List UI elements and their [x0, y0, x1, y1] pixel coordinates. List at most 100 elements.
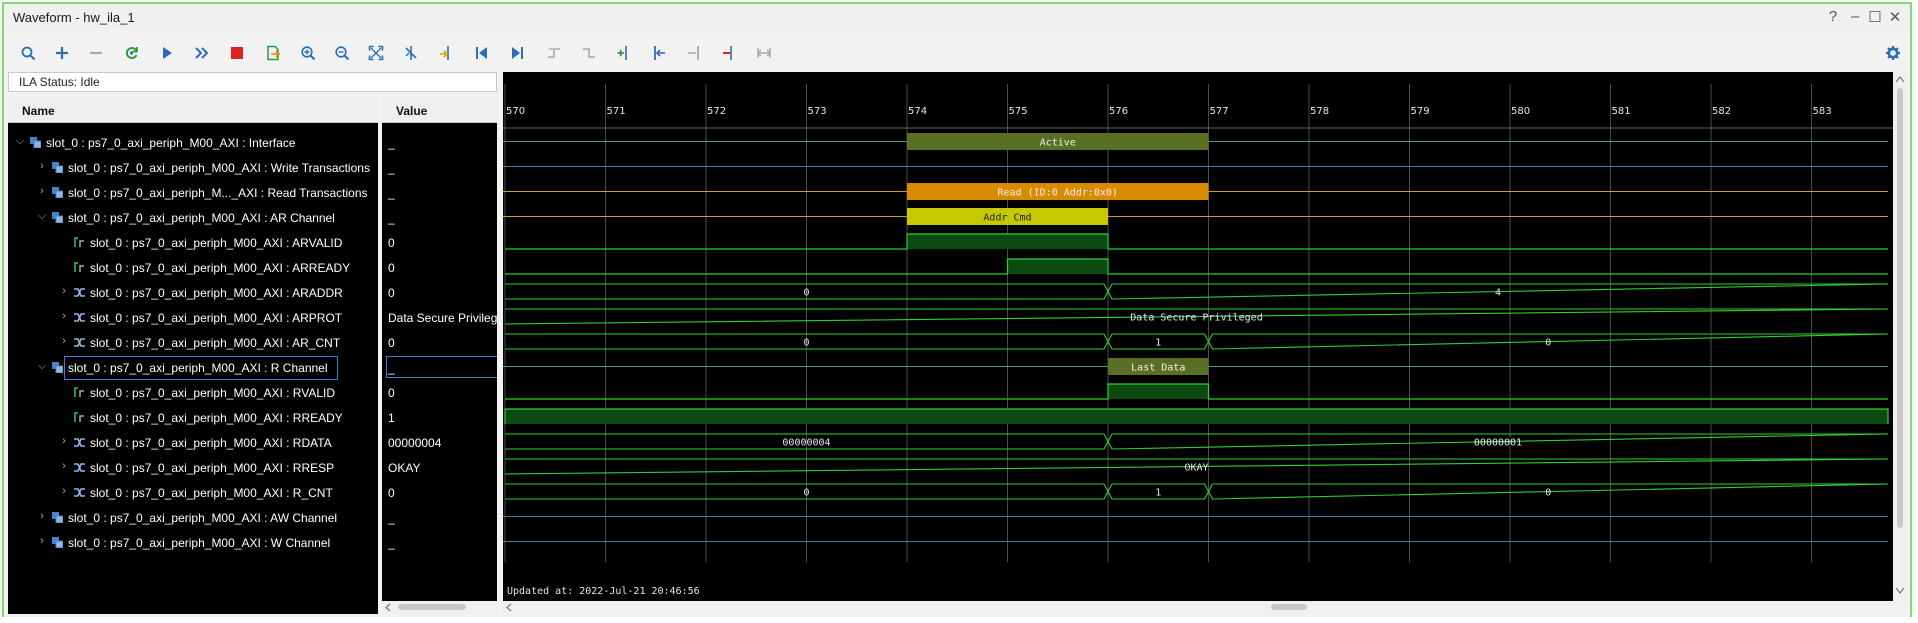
remove-button[interactable] [85, 42, 107, 64]
plus-icon [56, 47, 68, 59]
run-trigger-button[interactable] [156, 42, 178, 64]
zoom-search-button[interactable] [17, 42, 39, 64]
bus-value-label: OKAY [1184, 463, 1208, 474]
chevron-right-icon[interactable]: › [58, 310, 70, 322]
chevron-right-icon[interactable]: › [36, 535, 48, 547]
interface-icon [52, 512, 63, 523]
chevron-right-icon[interactable]: › [58, 485, 70, 497]
zoom-in-button[interactable] [297, 42, 319, 64]
next-marker-button[interactable] [683, 42, 705, 64]
signal-value-text: 0 [388, 236, 395, 250]
signal-value-text: _ [388, 536, 395, 550]
time-tick-label: 581 [1612, 106, 1631, 117]
signal-row[interactable]: slot_0 : ps7_0_axi_periph_M00_AXI : ARRE… [8, 255, 378, 280]
bus-value-label: 0 [1545, 488, 1551, 499]
refresh-button[interactable] [121, 42, 143, 64]
floating-ruler-button[interactable] [753, 42, 775, 64]
bus-value-label: 0 [803, 338, 809, 349]
signal-value-text: _ [388, 161, 395, 175]
cursor-off-icon [405, 46, 417, 60]
zoom-out-button[interactable] [331, 42, 353, 64]
cursor-off-button[interactable] [400, 42, 422, 64]
chevron-down-icon[interactable]: ⌵ [36, 360, 48, 373]
waveform-horizontal-scrollbar[interactable] [503, 601, 1893, 614]
export-icon [267, 45, 281, 61]
name-panel: Name ⌵ slot_0 : ps7_0_axi_periph_M00_AXI … [8, 96, 378, 614]
close-icon[interactable]: ✕ [1886, 8, 1904, 26]
signal-name: slot_0 : ps7_0_axi_periph_M00_AXI : ARVA… [90, 236, 343, 250]
waveform-vertical-scrollbar[interactable] [1893, 72, 1907, 601]
gear-icon [1886, 46, 1900, 60]
waveform-panel[interactable]: 570 571 572 573 574 575 576 577 578 579 580 581 582 5… [503, 72, 1893, 614]
signal-row[interactable]: › slot_0 : ps7_0_axi_periph_M..._AXI : Re… [8, 180, 378, 205]
run-immediate-button[interactable] [191, 42, 213, 64]
signal-row[interactable]: ⌵ slot_0 : ps7_0_axi_periph_M00_AXI : Int… [8, 130, 378, 155]
bit-high-fill [1007, 259, 1108, 274]
signal-row[interactable]: › slot_0 : ps7_0_axi_periph_M00_AXI : Wri… [8, 155, 378, 180]
bus-value-label: 4 [1495, 288, 1501, 299]
signal-name: slot_0 : ps7_0_axi_periph_M00_AXI : AR C… [68, 211, 335, 225]
chevron-right-icon[interactable]: › [58, 285, 70, 297]
signal-row[interactable]: slot_0 : ps7_0_axi_periph_M00_AXI : RVAL… [8, 380, 378, 405]
help-icon[interactable]: ? [1824, 8, 1842, 25]
signal-row[interactable]: › slot_0 : ps7_0_axi_periph_M00_AXI : ARA… [8, 280, 378, 305]
chevron-right-icon[interactable]: › [58, 460, 70, 472]
signal-row[interactable]: › slot_0 : ps7_0_axi_periph_M00_AXI : RRE… [8, 455, 378, 480]
chevron-right-icon[interactable]: › [58, 335, 70, 347]
chevron-right-icon[interactable]: › [36, 510, 48, 522]
add-button[interactable] [51, 42, 73, 64]
time-tick-label: 571 [607, 106, 626, 117]
zoom-fit-button[interactable] [365, 42, 387, 64]
value-panel: Value _ _ _ _ 0 0 0 Data Secure Privileged 0 _ 0 1 0… [382, 96, 497, 614]
signal-row[interactable]: › slot_0 : ps7_0_axi_periph_M00_AXI : ARP… [8, 305, 378, 330]
signal-value-text: _ [388, 211, 395, 225]
prev-transition-button[interactable] [543, 42, 565, 64]
value-horizontal-scrollbar[interactable] [382, 601, 497, 614]
signal-row[interactable]: slot_0 : ps7_0_axi_periph_M00_AXI : ARVA… [8, 230, 378, 255]
settings-button[interactable] [1882, 42, 1904, 64]
signal-row[interactable]: › slot_0 : ps7_0_axi_periph_M00_AXI : AW … [8, 505, 378, 530]
signal-row[interactable]: › slot_0 : ps7_0_axi_periph_M00_AXI : AR_… [8, 330, 378, 355]
signal-name: slot_0 : ps7_0_axi_periph_M00_AXI : ARAD… [90, 286, 343, 300]
go-last-button[interactable] [506, 42, 528, 64]
selected-value-outline [386, 356, 497, 378]
scroll-left-arrow-icon [385, 603, 391, 612]
signal-name: slot_0 : ps7_0_axi_periph_M00_AXI : Inte… [46, 136, 296, 150]
name-column-header[interactable]: Name [8, 96, 378, 123]
play-icon [163, 47, 172, 59]
ila-status: ILA Status: Idle [8, 72, 497, 92]
signal-row[interactable]: › slot_0 : ps7_0_axi_periph_M00_AXI : W C… [8, 530, 378, 555]
export-button[interactable] [262, 42, 284, 64]
minimize-icon[interactable]: – [1846, 8, 1864, 25]
marker-button[interactable] [435, 42, 457, 64]
chevron-right-icon[interactable]: › [36, 160, 48, 172]
signal-name: slot_0 : ps7_0_axi_periph_M00_AXI : AR_C… [90, 336, 341, 350]
signal-row[interactable]: › slot_0 : ps7_0_axi_periph_M00_AXI : R_C… [8, 480, 378, 505]
signal-row[interactable]: slot_0 : ps7_0_axi_periph_M00_AXI : RREA… [8, 405, 378, 430]
time-tick-label: 578 [1310, 106, 1329, 117]
chevron-right-icon[interactable]: › [36, 185, 48, 197]
chevron-right-icon[interactable]: › [58, 435, 70, 447]
signal-row[interactable]: › slot_0 : ps7_0_axi_periph_M00_AXI : RDA… [8, 430, 378, 455]
zoom-fit-icon [368, 45, 384, 61]
stop-icon [231, 47, 243, 59]
signal-name: slot_0 : ps7_0_axi_periph_M00_AXI : ARPR… [90, 311, 343, 325]
time-tick-label: 583 [1813, 106, 1832, 117]
chevron-down-icon[interactable]: ⌵ [36, 210, 48, 223]
signal-value-text: _ [388, 511, 395, 525]
signal-name: slot_0 : ps7_0_axi_periph_M00_AXI : RREA… [90, 411, 343, 425]
value-column-header[interactable]: Value [382, 96, 497, 123]
prev-marker-button[interactable] [648, 42, 670, 64]
maximize-icon[interactable]: ☐ [1866, 8, 1884, 26]
signal-row[interactable]: ⌵ slot_0 : ps7_0_axi_periph_M00_AXI : AR … [8, 205, 378, 230]
stop-button[interactable] [226, 42, 248, 64]
add-marker-button[interactable] [613, 42, 635, 64]
next-transition-button[interactable] [578, 42, 600, 64]
interface-icon [52, 187, 63, 198]
chevron-down-icon[interactable]: ⌵ [14, 135, 26, 148]
floating-ruler-icon [757, 48, 771, 58]
signal-value-text: Data Secure Privileged [388, 311, 497, 325]
go-first-button[interactable] [471, 42, 493, 64]
swap-cursor-icon [723, 46, 732, 60]
swap-cursor-button[interactable] [718, 42, 740, 64]
